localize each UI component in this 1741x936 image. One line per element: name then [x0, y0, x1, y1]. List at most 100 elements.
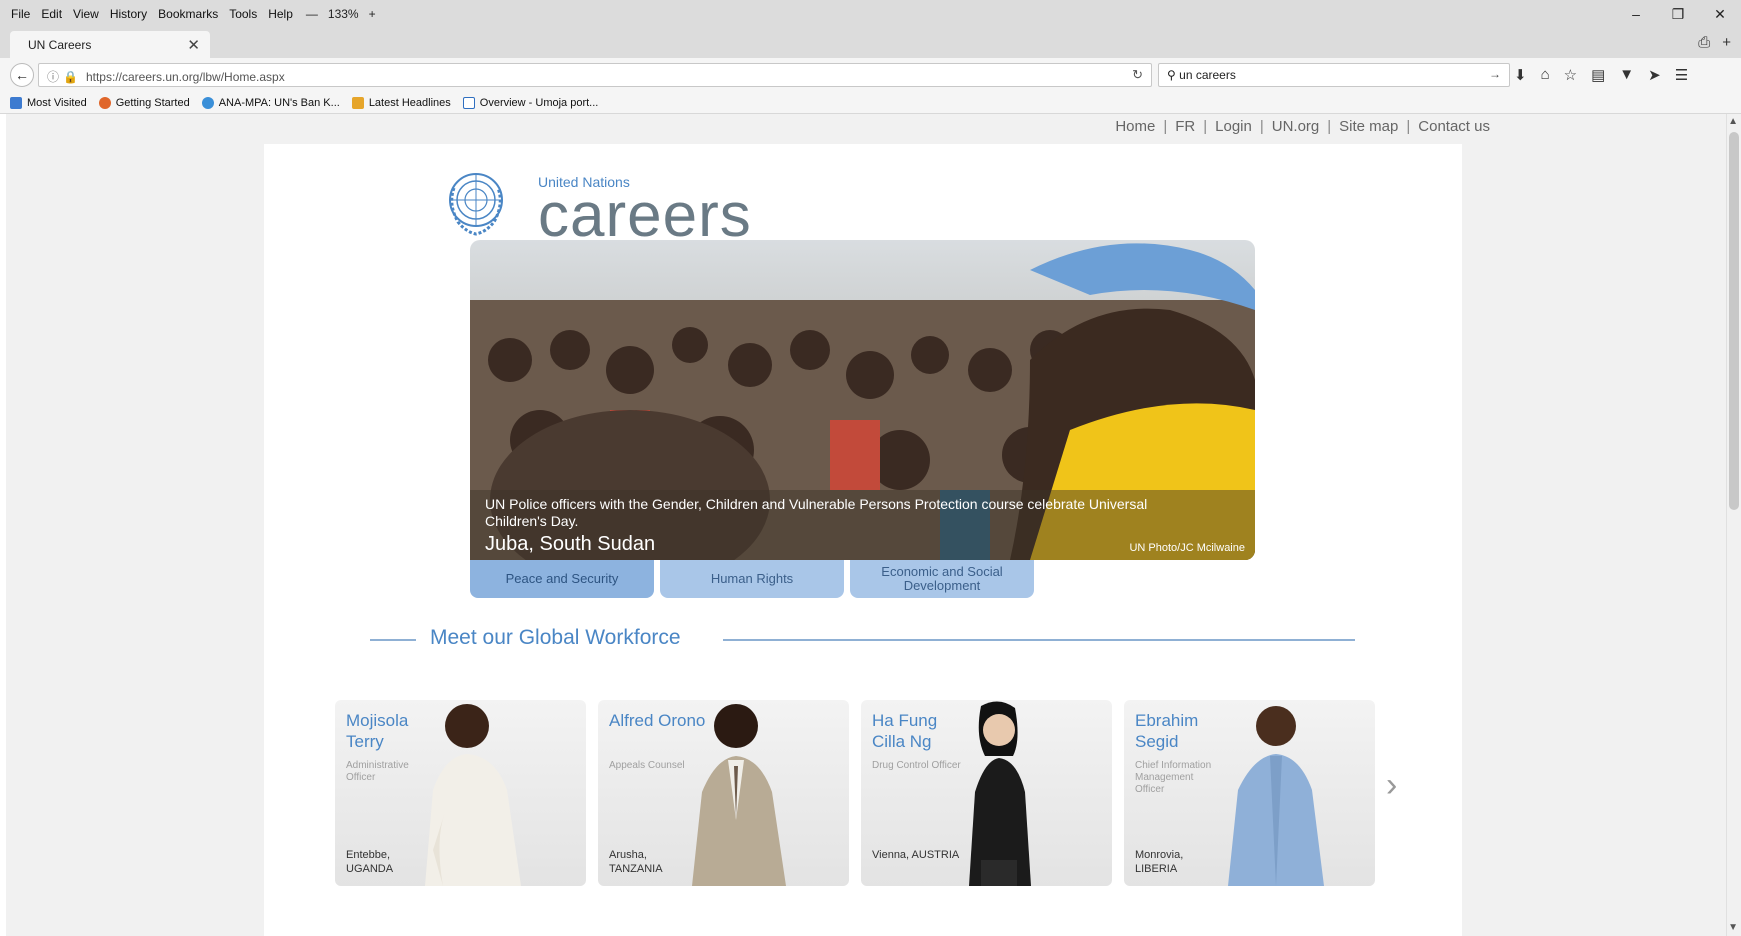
menu-history[interactable]: History	[110, 7, 147, 21]
nav-sitemap-link[interactable]: Site map	[1339, 118, 1398, 135]
pocket-icon[interactable]: ▼	[1619, 66, 1634, 84]
content-sheet: United Nations careers UN Police officer…	[264, 144, 1462, 936]
person-role: Chief Information Management Officer	[1135, 760, 1212, 795]
person-photo	[692, 704, 786, 886]
zoom-out-button[interactable]: —	[306, 7, 318, 21]
person-location: Monrovia, LIBERIA	[1135, 849, 1184, 875]
close-window-icon[interactable]: ✕	[1699, 0, 1741, 28]
bookmark-getting-started[interactable]: Getting Started	[98, 96, 190, 109]
scroll-up-arrow-icon[interactable]: ▲	[1728, 116, 1738, 127]
person-location: Arusha, TANZANIA	[609, 849, 663, 875]
url-bar[interactable]: ⓘ 🔒 https://careers.un.org/lbw/Home.aspx ↻	[38, 63, 1152, 87]
zoom-level[interactable]: 133%	[328, 7, 359, 21]
menu-help[interactable]: Help	[268, 7, 293, 21]
bookmark-umoja[interactable]: Overview - Umoja port...	[462, 96, 598, 109]
bookmark-ana-mpa[interactable]: ANA-MPA: UN's Ban K...	[201, 96, 340, 109]
menu-view[interactable]: View	[73, 7, 99, 21]
search-input[interactable]: un careers	[1179, 68, 1236, 82]
nav-login-link[interactable]: Login	[1215, 118, 1252, 135]
heading-rule-left	[370, 639, 416, 641]
person-role: Appeals Counsel	[609, 760, 685, 771]
section-title: Meet our Global Workforce	[430, 626, 681, 649]
bookmark-icon	[10, 96, 22, 109]
tab-economic-social-development[interactable]: Economic and Social Development	[850, 560, 1034, 598]
url-text: https://careers.un.org/lbw/Home.aspx	[85, 70, 285, 84]
tab-close-icon[interactable]: ✕	[187, 36, 200, 54]
zoom-in-button[interactable]: +	[369, 7, 376, 21]
nav-separator: |	[1203, 118, 1208, 135]
restore-icon[interactable]: ❐	[1657, 0, 1699, 28]
un-careers-logo[interactable]: United Nations careers	[446, 164, 776, 250]
info-icon[interactable]: ⓘ	[47, 70, 59, 84]
menu-tools[interactable]: Tools	[229, 7, 257, 21]
bookmark-latest-headlines[interactable]: Latest Headlines	[351, 96, 451, 109]
print-icon[interactable]: ⎙	[1698, 34, 1710, 51]
hero-banner[interactable]: UN Police officers with the Gender, Chil…	[470, 240, 1255, 560]
hamburger-menu-icon[interactable]: ☰	[1675, 66, 1688, 84]
person-name: Alfred Orono	[609, 711, 706, 730]
menu-bar: File Edit View History Bookmarks Tools H…	[0, 0, 1741, 28]
window-controls: – ❐ ✕	[1615, 0, 1741, 28]
nav-home-link[interactable]: Home	[1115, 118, 1155, 135]
carousel-next-arrow-icon[interactable]: ›	[1386, 766, 1397, 805]
navigation-bar: ← ⓘ 🔒 https://careers.un.org/lbw/Home.aspx…	[0, 58, 1741, 92]
person-name: Ebrahim Segid	[1135, 711, 1199, 751]
nav-separator: |	[1259, 118, 1264, 135]
person-card[interactable]: Ha Fung Cilla Ng Drug Control Officer Vi…	[861, 700, 1112, 886]
minimize-icon[interactable]: –	[1615, 0, 1657, 28]
new-tab-icon[interactable]: +	[1722, 34, 1731, 51]
tab-human-rights[interactable]: Human Rights	[660, 560, 844, 598]
home-icon[interactable]: ⌂	[1541, 66, 1550, 84]
globe-icon	[201, 96, 214, 109]
reload-icon[interactable]: ↻	[1132, 67, 1143, 83]
nav-fr-link[interactable]: FR	[1175, 118, 1195, 135]
firefox-icon	[98, 96, 111, 109]
person-name: Ha Fung Cilla Ng	[872, 711, 938, 751]
bookmark-most-visited[interactable]: Most Visited	[10, 96, 87, 109]
tab-bar: UN Careers ✕ ⎙ +	[0, 28, 1741, 58]
search-go-icon[interactable]: →	[1489, 67, 1501, 81]
page-icon	[462, 96, 475, 109]
nav-contact-link[interactable]: Contact us	[1418, 118, 1490, 135]
menu-file[interactable]: File	[11, 7, 30, 21]
scrollbar-thumb[interactable]	[1729, 132, 1739, 510]
tab-un-careers[interactable]: UN Careers ✕	[10, 31, 210, 58]
lock-icon: 🔒	[63, 70, 78, 84]
download-icon[interactable]: ⬇	[1514, 66, 1527, 84]
send-icon[interactable]: ➤	[1648, 66, 1661, 84]
person-location: Vienna, AUSTRIA	[872, 849, 960, 861]
top-navigation: Home | FR | Login | UN.org | Site map | Conta…	[1115, 118, 1490, 135]
person-name: Mojisola Terry	[346, 711, 409, 751]
menu-edit[interactable]: Edit	[41, 7, 62, 21]
search-bar[interactable]: ⚲ un careers →	[1158, 63, 1510, 87]
heading-rule-right	[723, 639, 1355, 641]
rss-feed-icon	[351, 96, 364, 109]
nav-unorg-link[interactable]: UN.org	[1272, 118, 1320, 135]
person-card[interactable]: Ebrahim Segid Chief Information Manageme…	[1124, 700, 1375, 886]
hero-photo-credit: UN Photo/JC Mcilwaine	[1129, 542, 1245, 554]
toolbar-icons: ⬇ ⌂ ☆ ▤ ▼ ➤ ☰	[1514, 66, 1688, 84]
tabbar-right: ⎙ +	[1698, 34, 1731, 51]
person-card[interactable]: Alfred Orono Appeals Counsel Arusha, TAN…	[598, 700, 849, 886]
back-arrow-icon[interactable]: ←	[10, 63, 34, 87]
page-viewport: Home | FR | Login | UN.org | Site map | Conta…	[6, 114, 1726, 936]
people-carousel: Mojisola Terry Administrative Officer En…	[335, 700, 1375, 886]
tab-title: UN Careers	[28, 38, 92, 52]
nav-separator: |	[1163, 118, 1168, 135]
bookmarks-bar: Most Visited Getting Started ANA-MPA: UN…	[0, 92, 1741, 114]
zoom-controls: — 133% +	[306, 7, 376, 21]
reading-list-icon[interactable]: ▤	[1591, 66, 1605, 84]
nav-separator: |	[1327, 118, 1332, 135]
person-role: Drug Control Officer	[872, 760, 961, 771]
person-photo	[425, 704, 521, 886]
hero-location: Juba, South Sudan	[485, 533, 656, 555]
menu-bookmarks[interactable]: Bookmarks	[158, 7, 218, 21]
hero-caption-text: UN Police officers with the Gender, Chil…	[485, 496, 1148, 529]
person-role: Administrative Officer	[346, 760, 409, 783]
tab-peace-and-security[interactable]: Peace and Security	[470, 560, 654, 598]
scroll-down-arrow-icon[interactable]: ▼	[1728, 922, 1738, 933]
person-card[interactable]: Mojisola Terry Administrative Officer En…	[335, 700, 586, 886]
bookmark-star-icon[interactable]: ☆	[1564, 66, 1577, 84]
person-photo	[1228, 706, 1324, 886]
search-icon: ⚲	[1167, 68, 1176, 82]
